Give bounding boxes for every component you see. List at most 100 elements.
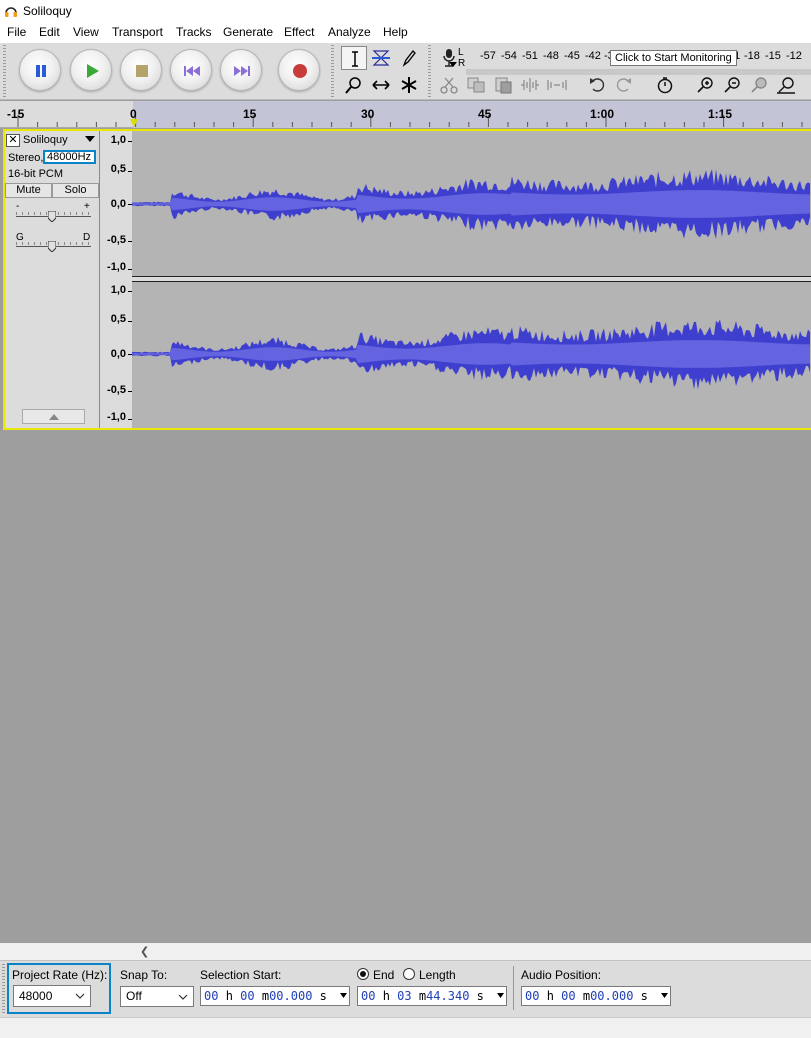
pan-slider-thumb[interactable] — [48, 241, 56, 252]
toolbar-grip[interactable] — [428, 45, 431, 97]
zoom-tool[interactable] — [341, 73, 367, 97]
menu-tracks[interactable]: Tracks — [176, 25, 212, 39]
zoom-out-icon — [724, 77, 740, 93]
meter-channel-l: L — [458, 47, 464, 58]
audio-position-minutes: 00 — [561, 989, 576, 1003]
skip-to-end-button[interactable] — [220, 49, 262, 91]
mute-button[interactable]: Mute — [5, 183, 52, 198]
fit-selection-button[interactable] — [746, 73, 772, 97]
audio-position-hours: 00 — [525, 989, 540, 1003]
menu-help[interactable]: Help — [383, 25, 408, 39]
toolbar-separator — [513, 966, 514, 1010]
hours-unit: h — [546, 989, 554, 1003]
audio-position-time[interactable]: 00 h 00 m00.000 s — [521, 986, 671, 1006]
solo-button[interactable]: Solo — [52, 183, 99, 198]
selection-start-time[interactable]: 00 h 00 m00.000 s — [200, 986, 350, 1006]
toolbar-grip[interactable] — [3, 45, 6, 97]
silence-audio-button[interactable] — [544, 73, 570, 97]
amplitude-ruler[interactable]: 1,0 0,5 0,0 -0,5 -1,0 1,0 0,5 0,0 -0,5 -… — [100, 131, 132, 428]
envelope-tool[interactable] — [368, 46, 394, 70]
copy-button[interactable] — [463, 73, 489, 97]
zoom-selection-icon — [751, 77, 767, 93]
gain-slider-thumb[interactable] — [48, 211, 56, 222]
waveform-display[interactable] — [132, 131, 811, 428]
multi-tool[interactable] — [396, 73, 422, 97]
undo-icon — [590, 78, 605, 92]
collapse-track-button[interactable] — [22, 409, 85, 424]
menu-effect[interactable]: Effect — [284, 25, 314, 39]
selection-end-time[interactable]: 00 h 03 m44.340 s — [357, 986, 507, 1006]
chevron-down-icon — [178, 994, 188, 1000]
length-radio[interactable] — [403, 968, 415, 980]
envelope-icon — [372, 50, 390, 66]
menu-edit[interactable]: Edit — [39, 25, 60, 39]
snap-to-select[interactable]: Off — [120, 986, 194, 1007]
meter-tick: -18 — [744, 50, 760, 62]
pause-icon — [36, 65, 46, 77]
format-dropdown-icon[interactable] — [497, 992, 504, 999]
selection-start-minutes: 00 — [240, 989, 255, 1003]
track-channels: Stereo, — [8, 152, 44, 164]
zoom-fit-icon — [777, 77, 795, 94]
track-menu-arrow-icon[interactable] — [85, 136, 95, 143]
menu-transport[interactable]: Transport — [112, 25, 163, 39]
record-button[interactable] — [278, 49, 320, 91]
sync-lock-button[interactable] — [652, 73, 678, 97]
undo-button[interactable] — [584, 73, 610, 97]
amplitude-label: 0,5 — [110, 313, 126, 325]
seconds-unit: s — [319, 989, 327, 1003]
fit-project-button[interactable] — [773, 73, 799, 97]
paste-button[interactable] — [490, 73, 516, 97]
scroll-left-arrow-icon[interactable]: ❮ — [140, 945, 149, 958]
trim-icon — [521, 78, 539, 92]
redo-button[interactable] — [611, 73, 637, 97]
audio-position-label: Audio Position: — [521, 968, 602, 982]
snap-to-label: Snap To: — [120, 968, 168, 982]
amplitude-label: -1,0 — [107, 411, 126, 423]
time-shift-tool[interactable] — [368, 73, 394, 97]
pencil-icon — [402, 50, 416, 67]
timeline-tick-label: 1:15 — [708, 107, 733, 121]
meter-tick: -45 — [564, 50, 580, 62]
seconds-unit: s — [476, 989, 484, 1003]
zoom-in-button[interactable] — [692, 73, 718, 97]
menu-file[interactable]: File — [7, 25, 26, 39]
menu-view[interactable]: View — [73, 25, 99, 39]
meter-tick: -48 — [543, 50, 559, 62]
meter-tick: -57 — [480, 50, 496, 62]
trim-audio-button[interactable] — [517, 73, 543, 97]
meter-tick: -42 — [585, 50, 601, 62]
stop-button[interactable] — [120, 49, 162, 91]
double-arrow-icon — [372, 80, 390, 90]
toolbar-grip[interactable] — [2, 964, 5, 1014]
end-radio[interactable] — [357, 968, 369, 980]
pause-button[interactable] — [19, 49, 61, 91]
cut-button[interactable] — [436, 73, 462, 97]
timeline-tick-label: -15 — [7, 107, 25, 121]
format-dropdown-icon[interactable] — [661, 992, 668, 999]
horizontal-scrollbar[interactable] — [0, 943, 811, 960]
selection-end-seconds: 44.340 — [426, 989, 470, 1003]
toolbar-grip[interactable] — [331, 45, 334, 97]
status-bar — [0, 1017, 811, 1038]
timeline-tick-label: 1:00 — [590, 107, 615, 121]
project-rate-select[interactable]: 48000 — [13, 985, 91, 1007]
skip-to-start-button[interactable] — [170, 49, 212, 91]
close-track-button[interactable]: ✕ — [6, 134, 20, 147]
selection-tool[interactable] — [341, 46, 367, 70]
scissors-icon — [440, 77, 458, 94]
play-button[interactable] — [70, 49, 112, 91]
amplitude-label: 1,0 — [110, 284, 126, 296]
selection-start-label: Selection Start: — [200, 968, 282, 982]
meter-dropdown-icon[interactable] — [449, 62, 457, 68]
selection-start-hours: 00 — [204, 989, 219, 1003]
menu-bar: File Edit View Transport Tracks Generate… — [0, 22, 811, 43]
magnifier-icon — [345, 77, 361, 94]
zoom-out-button[interactable] — [719, 73, 745, 97]
amplitude-label: 1,0 — [110, 134, 126, 146]
menu-generate[interactable]: Generate — [223, 25, 273, 39]
format-dropdown-icon[interactable] — [340, 992, 347, 999]
timeline-tick-label: 30 — [361, 107, 375, 121]
draw-tool[interactable] — [396, 46, 422, 70]
menu-analyze[interactable]: Analyze — [328, 25, 371, 39]
